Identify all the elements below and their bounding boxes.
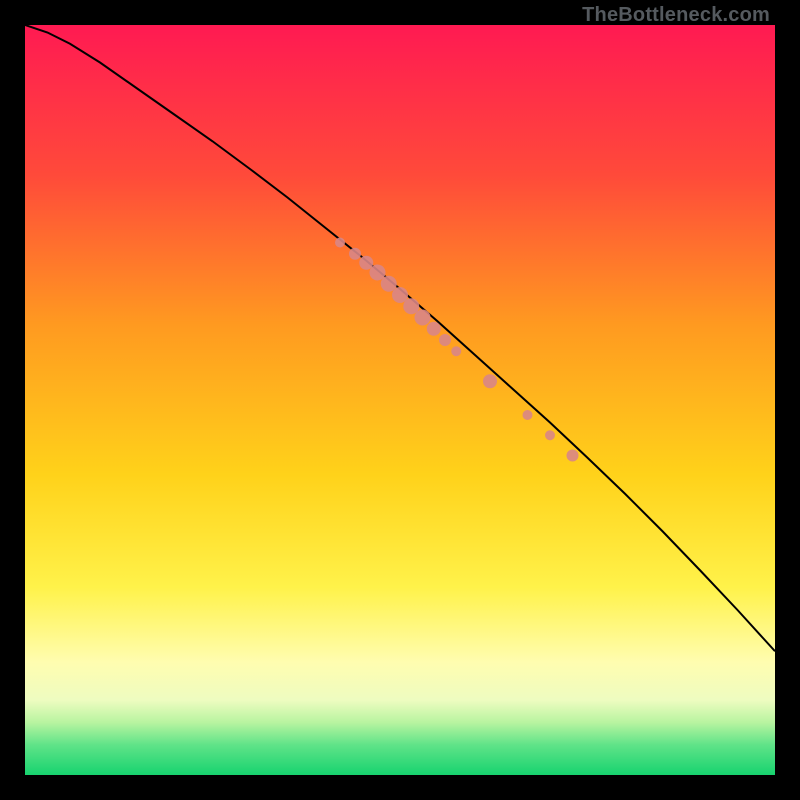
- scatter-point: [483, 374, 497, 388]
- scatter-point: [523, 410, 533, 420]
- scatter-point: [567, 450, 579, 462]
- scatter-point: [415, 310, 431, 326]
- scatter-point: [545, 430, 555, 440]
- watermark-text: TheBottleneck.com: [582, 4, 770, 27]
- scatter-point: [439, 334, 451, 346]
- scatter-point: [427, 322, 441, 336]
- scatter-point: [451, 346, 461, 356]
- scatter-point: [349, 248, 361, 260]
- scatter-point: [335, 238, 345, 248]
- chart-background: [25, 25, 775, 775]
- chart-svg: [25, 25, 775, 775]
- chart-frame: [25, 25, 775, 775]
